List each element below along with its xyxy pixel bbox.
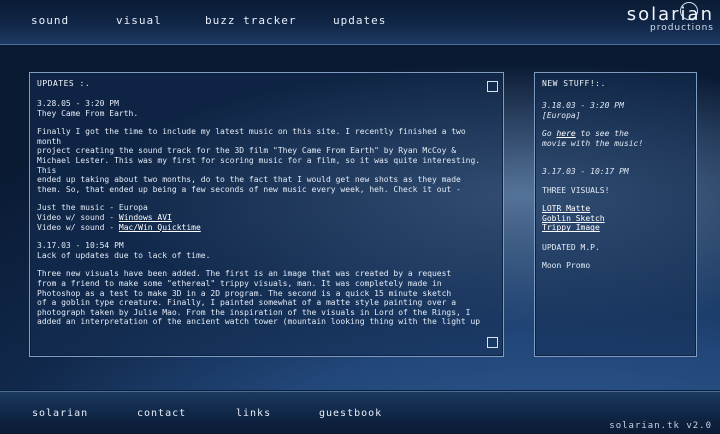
footer-contact[interactable]: contact — [137, 408, 186, 419]
news-text: movie with the music! — [542, 138, 644, 148]
post-date: 3.17.03 - 10:54 PM — [37, 241, 124, 251]
post-line: from a friend to make some "ethereal" tr… — [37, 278, 442, 288]
post-line: ended up taking about two months, do to … — [37, 175, 461, 185]
music-link-row: Just the music - Europa — [37, 203, 487, 213]
lotr-matte-link[interactable]: LOTR Matte — [542, 204, 692, 214]
post-line: them. So, that ended up being a few seco… — [37, 184, 461, 194]
new-stuff-content: 3.18.03 - 3:20 PM [Europa] Go here to se… — [542, 101, 692, 329]
post-date: 3.28.05 - 3:20 PM — [37, 99, 119, 108]
footer-guestbook[interactable]: guestbook — [319, 408, 382, 419]
avi-link-row: Video w/ sound - Windows AVI — [37, 213, 487, 223]
post-line: project creating the sound track for the… — [37, 146, 457, 156]
post-line: Photoshop as a test to make 3D in a 2D p… — [37, 288, 452, 298]
post-line: photograph taken by Julie Mao. From the … — [37, 307, 471, 317]
goblin-sketch-link[interactable]: Goblin Sketch — [542, 214, 692, 224]
quicktime-link[interactable]: Mac/Win Quicktime — [119, 223, 201, 232]
moon-promo-text[interactable]: Moon Promo — [542, 261, 692, 271]
windows-avi-link[interactable]: Windows AVI — [119, 213, 172, 222]
post-heading: They Came From Earth. — [37, 108, 139, 118]
logo: solarian productions — [627, 6, 714, 33]
trippy-image-link[interactable]: Trippy Image — [542, 223, 692, 233]
panel-corner-icon — [487, 337, 498, 348]
news-heading: UPDATED M.P. — [542, 242, 600, 252]
link-prefix: Just the music - — [37, 203, 119, 213]
updates-panel: UPDATES :. 3.28.05 - 3:20 PM They Came F… — [29, 72, 504, 357]
top-bar: sound visual buzz tracker updates solari… — [0, 0, 720, 45]
quicktime-link-row: Video w/ sound - Mac/Win Quicktime — [37, 223, 487, 233]
updates-title: UPDATES :. — [37, 79, 91, 88]
logo-title: solarian — [626, 4, 714, 25]
new-stuff-title: NEW STUFF!:. — [542, 79, 606, 88]
version-label: solarian.tk v2.0 — [609, 421, 712, 431]
post-heading: Lack of updates due to lack of time. — [37, 250, 211, 260]
footer-solarian[interactable]: solarian — [32, 408, 88, 419]
link-prefix: Video w/ sound - — [37, 222, 119, 232]
post-line: Three new visuals have been added. The f… — [37, 269, 452, 279]
footer-links[interactable]: links — [236, 408, 271, 419]
nav-updates[interactable]: updates — [333, 14, 386, 27]
footer-bar: solarian contact links guestbook solaria… — [0, 391, 720, 434]
post-line: Michael Lester. This was my first for sc… — [37, 155, 481, 175]
nav-visual[interactable]: visual — [116, 14, 162, 27]
nav-buzz-tracker[interactable]: buzz tracker — [205, 14, 296, 27]
post-links: Just the music - Europa Video w/ sound -… — [37, 203, 487, 232]
nav-sound[interactable]: sound — [31, 14, 69, 27]
news-text: Go here to see the — [542, 129, 629, 139]
here-link[interactable]: here — [556, 129, 575, 138]
updates-content: 3.28.05 - 3:20 PM They Came From Earth. … — [37, 99, 487, 327]
post-line: of a goblin type creature. Finally, I pa… — [37, 298, 457, 308]
logo-subtitle: productions — [649, 23, 714, 33]
new-stuff-panel: NEW STUFF!:. 3.18.03 - 3:20 PM [Europa] … — [534, 72, 697, 357]
post-line: added an interpretation of the ancient w… — [37, 317, 481, 327]
post-body: Finally I got the time to include my lat… — [37, 127, 487, 194]
europa-link[interactable]: Europa — [119, 203, 148, 212]
news-heading: THREE VISUALS! — [542, 185, 610, 195]
link-prefix: Video w/ sound - — [37, 212, 119, 222]
news-tag: [Europa] — [542, 110, 581, 120]
news-date: 3.18.03 - 3:20 PM — [542, 101, 624, 110]
news-date: 3.17.03 - 10:17 PM — [542, 166, 629, 176]
post-body: Three new visuals have been added. The f… — [37, 269, 487, 327]
post-line: Finally I got the time to include my lat… — [37, 127, 466, 146]
panel-corner-icon — [487, 81, 498, 92]
